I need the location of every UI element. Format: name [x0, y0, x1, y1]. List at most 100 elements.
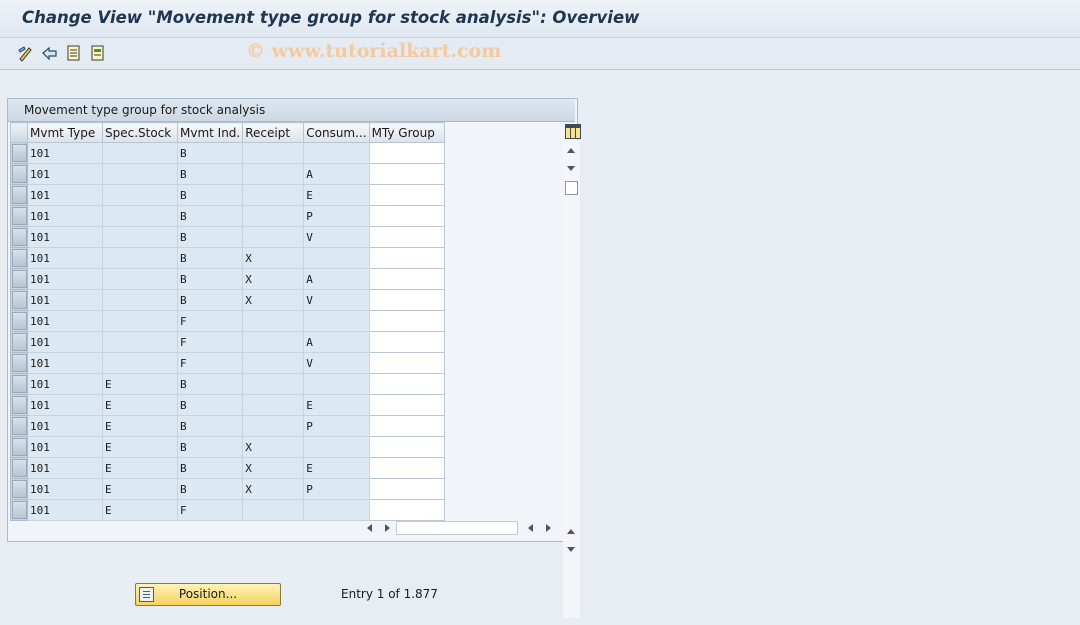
cell-mty-group[interactable]: [368, 226, 445, 248]
row-selector[interactable]: [10, 247, 28, 269]
watermark: © www.tutorialkart.com: [246, 40, 502, 62]
row-selector[interactable]: [10, 205, 28, 227]
cell-mvmt-ind: B: [176, 205, 244, 227]
cell-mty-group[interactable]: [368, 457, 445, 479]
cell-mty-group[interactable]: [368, 373, 445, 395]
cell-mty-group[interactable]: [368, 478, 445, 500]
scroll-left-icon[interactable]: [367, 524, 372, 532]
scroll-page-down-icon[interactable]: [567, 547, 575, 552]
cell-receipt: [242, 142, 305, 164]
table-row: 101 B A: [10, 163, 445, 185]
table-group-box: Movement type group for stock analysis M…: [7, 98, 581, 618]
cell-mvmt-type: 101: [27, 436, 103, 458]
undo-icon[interactable]: [41, 44, 59, 62]
row-selector[interactable]: [10, 226, 28, 248]
row-selector[interactable]: [10, 331, 28, 353]
scroll-right-end-icon[interactable]: [546, 524, 551, 532]
table-row: 101 E B X P: [10, 478, 445, 500]
row-selector[interactable]: [10, 142, 28, 164]
column-header-receipt[interactable]: Receipt: [242, 122, 305, 143]
row-selector[interactable]: [10, 289, 28, 311]
table-header-row: Mvmt Type Spec.Stock Mvmt Ind. Receipt C…: [10, 122, 445, 143]
cell-mty-group[interactable]: [368, 331, 445, 353]
row-selector[interactable]: [10, 478, 28, 500]
position-button[interactable]: Position...: [135, 583, 281, 606]
cell-mvmt-ind: B: [176, 163, 244, 185]
row-selector[interactable]: [10, 436, 28, 458]
column-header-consumption[interactable]: Consum...: [303, 122, 370, 143]
cell-mty-group[interactable]: [368, 415, 445, 437]
cell-spec-stock: E: [102, 373, 178, 395]
row-selector[interactable]: [10, 268, 28, 290]
cell-consumption: [303, 373, 370, 395]
table-row: 101 E B X: [10, 436, 445, 458]
cell-consumption: [303, 142, 370, 164]
scroll-line-down-icon[interactable]: [567, 166, 575, 171]
cell-receipt: [242, 184, 305, 206]
row-selector[interactable]: [10, 163, 28, 185]
cell-mty-group[interactable]: [368, 499, 445, 521]
cell-mvmt-type: 101: [27, 142, 103, 164]
cell-spec-stock: [102, 142, 178, 164]
vertical-scrollbar[interactable]: [563, 140, 580, 618]
select-all-rows-handle[interactable]: [10, 122, 28, 143]
column-header-mty-group[interactable]: MTy Group: [368, 122, 445, 143]
scroll-left-end-icon[interactable]: [528, 524, 533, 532]
cell-spec-stock: [102, 289, 178, 311]
row-selector[interactable]: [10, 184, 28, 206]
application-toolbar: © www.tutorialkart.com: [0, 38, 1080, 70]
cell-mty-group[interactable]: [368, 163, 445, 185]
cell-consumption: A: [303, 163, 370, 185]
cell-receipt: [242, 373, 305, 395]
cell-mty-group[interactable]: [368, 184, 445, 206]
select-all-icon[interactable]: [65, 44, 83, 62]
cell-mvmt-ind: F: [176, 310, 244, 332]
column-header-mvmt-ind[interactable]: Mvmt Ind.: [176, 122, 244, 143]
row-selector[interactable]: [10, 373, 28, 395]
cell-mvmt-ind: B: [176, 457, 244, 479]
table-row: 101 B V: [10, 226, 445, 248]
cell-mvmt-ind: F: [176, 352, 244, 374]
cell-mvmt-type: 101: [27, 352, 103, 374]
horizontal-scroll-track[interactable]: [396, 521, 518, 535]
table-row: 101 E B P: [10, 415, 445, 437]
change-display-icon[interactable]: [17, 44, 35, 62]
cell-mty-group[interactable]: [368, 289, 445, 311]
cell-mvmt-type: 101: [27, 226, 103, 248]
horizontal-scrollbar[interactable]: [363, 520, 553, 535]
cell-consumption: A: [303, 331, 370, 353]
table-row: 101 B X V: [10, 289, 445, 311]
cell-mty-group[interactable]: [368, 394, 445, 416]
cell-mty-group[interactable]: [368, 268, 445, 290]
row-selector[interactable]: [10, 310, 28, 332]
row-selector[interactable]: [10, 415, 28, 437]
cell-mty-group[interactable]: [368, 205, 445, 227]
column-header-mvmt-type[interactable]: Mvmt Type: [27, 122, 103, 143]
cell-mty-group[interactable]: [368, 142, 445, 164]
table-row: 101 B X A: [10, 268, 445, 290]
table-settings-icon[interactable]: [565, 124, 581, 139]
cell-mvmt-type: 101: [27, 268, 103, 290]
scroll-line-up-icon[interactable]: [567, 529, 575, 534]
cell-mty-group[interactable]: [368, 247, 445, 269]
cell-mty-group[interactable]: [368, 352, 445, 374]
cell-mvmt-type: 101: [27, 373, 103, 395]
row-selector[interactable]: [10, 499, 28, 521]
cell-mvmt-type: 101: [27, 394, 103, 416]
scroll-right-icon[interactable]: [385, 524, 390, 532]
scroll-thumb[interactable]: [565, 181, 578, 195]
table-caption: Movement type group for stock analysis: [24, 103, 266, 117]
row-selector[interactable]: [10, 457, 28, 479]
cell-mty-group[interactable]: [368, 436, 445, 458]
position-button-label: Position...: [178, 587, 238, 601]
cell-mvmt-ind: B: [176, 247, 244, 269]
cell-spec-stock: E: [102, 436, 178, 458]
cell-mvmt-type: 101: [27, 184, 103, 206]
scroll-page-up-icon[interactable]: [567, 148, 575, 153]
details-icon[interactable]: [89, 44, 107, 62]
row-selector[interactable]: [10, 394, 28, 416]
row-selector[interactable]: [10, 352, 28, 374]
column-header-spec-stock[interactable]: Spec.Stock: [102, 122, 178, 143]
cell-mty-group[interactable]: [368, 310, 445, 332]
cell-consumption: [303, 247, 370, 269]
